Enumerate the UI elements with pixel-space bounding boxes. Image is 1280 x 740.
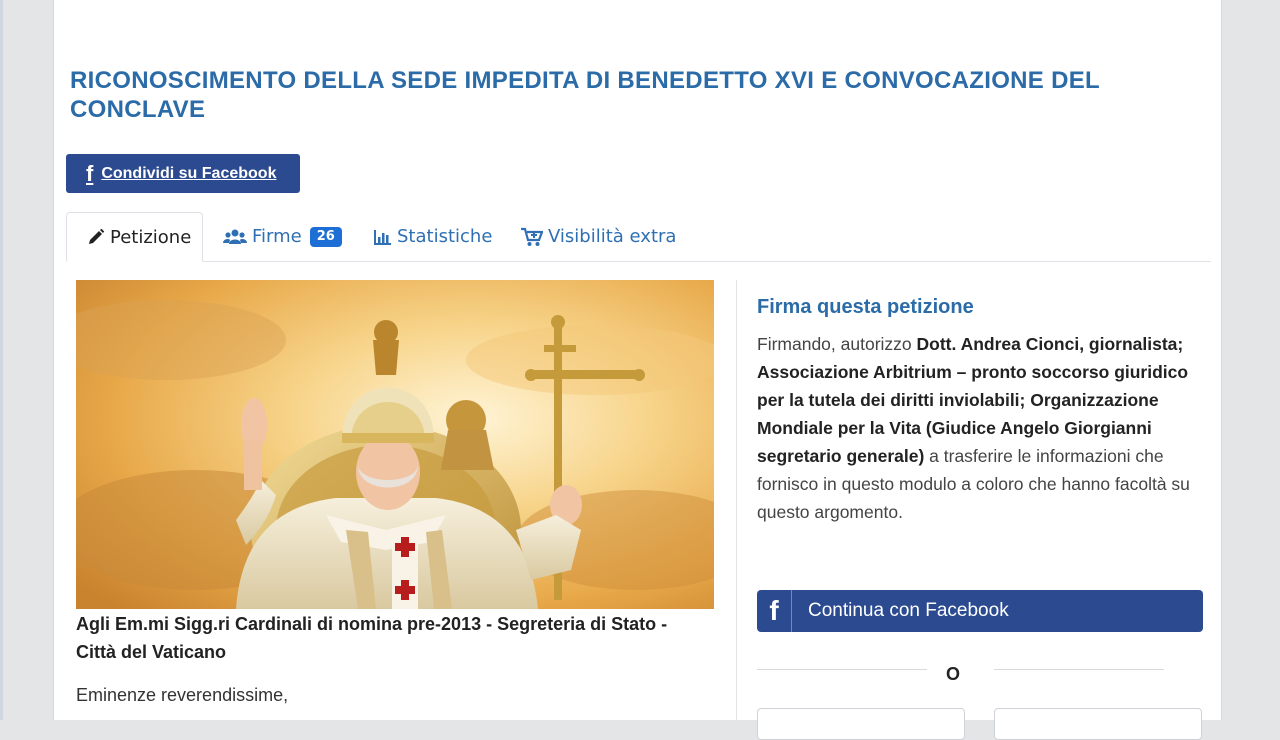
- left-edge-strip: [0, 0, 3, 720]
- continue-with-facebook-label: Continua con Facebook: [808, 600, 1009, 621]
- bar-chart-icon: [374, 229, 392, 245]
- users-icon: [223, 229, 247, 245]
- consent-text-intro: Firmando, autorizzo: [757, 334, 917, 354]
- tab-statistiche[interactable]: Statistiche: [374, 212, 492, 261]
- tab-statistiche-label: Statistiche: [397, 226, 493, 247]
- share-facebook-button[interactable]: f Condividi su Facebook: [66, 154, 300, 193]
- petition-page: RICONOSCIMENTO DELLA SEDE IMPEDITA DI BE…: [53, 0, 1222, 740]
- column-divider: [736, 280, 737, 720]
- tab-petizione[interactable]: Petizione: [66, 212, 203, 262]
- tab-visibilita-extra[interactable]: Visibilità extra: [521, 212, 676, 261]
- sign-petition-title: Firma questa petizione: [757, 296, 974, 318]
- page-title: RICONOSCIMENTO DELLA SEDE IMPEDITA DI BE…: [70, 67, 1100, 123]
- continue-with-facebook-button[interactable]: f Continua con Facebook: [757, 590, 1203, 632]
- or-divider-left: [757, 669, 927, 670]
- petition-salutation: Eminenze reverendissime,: [76, 685, 289, 705]
- first-name-field[interactable]: [757, 708, 965, 740]
- pencil-icon: [87, 228, 105, 246]
- petition-image: [76, 280, 714, 609]
- tab-petizione-label: Petizione: [110, 226, 192, 248]
- tab-firme-label: Firme: [252, 226, 302, 247]
- tab-firme[interactable]: Firme 26: [223, 212, 342, 261]
- cart-icon: [521, 227, 543, 247]
- petition-tabs: Petizione Firme 26 Statistiche Visibilit…: [66, 212, 1211, 262]
- or-separator: O: [945, 664, 960, 684]
- share-facebook-label: Condividi su Facebook: [101, 164, 277, 182]
- facebook-icon: f: [86, 160, 94, 186]
- facebook-icon: f: [757, 590, 792, 632]
- signatures-count-badge: 26: [309, 226, 342, 247]
- petition-caption: Agli Em.mi Sigg.ri Cardinali di nomina p…: [76, 614, 668, 662]
- tab-visibilita-label: Visibilità extra: [548, 226, 677, 247]
- or-divider-right: [994, 669, 1164, 670]
- consent-text: Firmando, autorizzo Dott. Andrea Cionci,…: [757, 330, 1197, 526]
- last-name-field[interactable]: [994, 708, 1202, 740]
